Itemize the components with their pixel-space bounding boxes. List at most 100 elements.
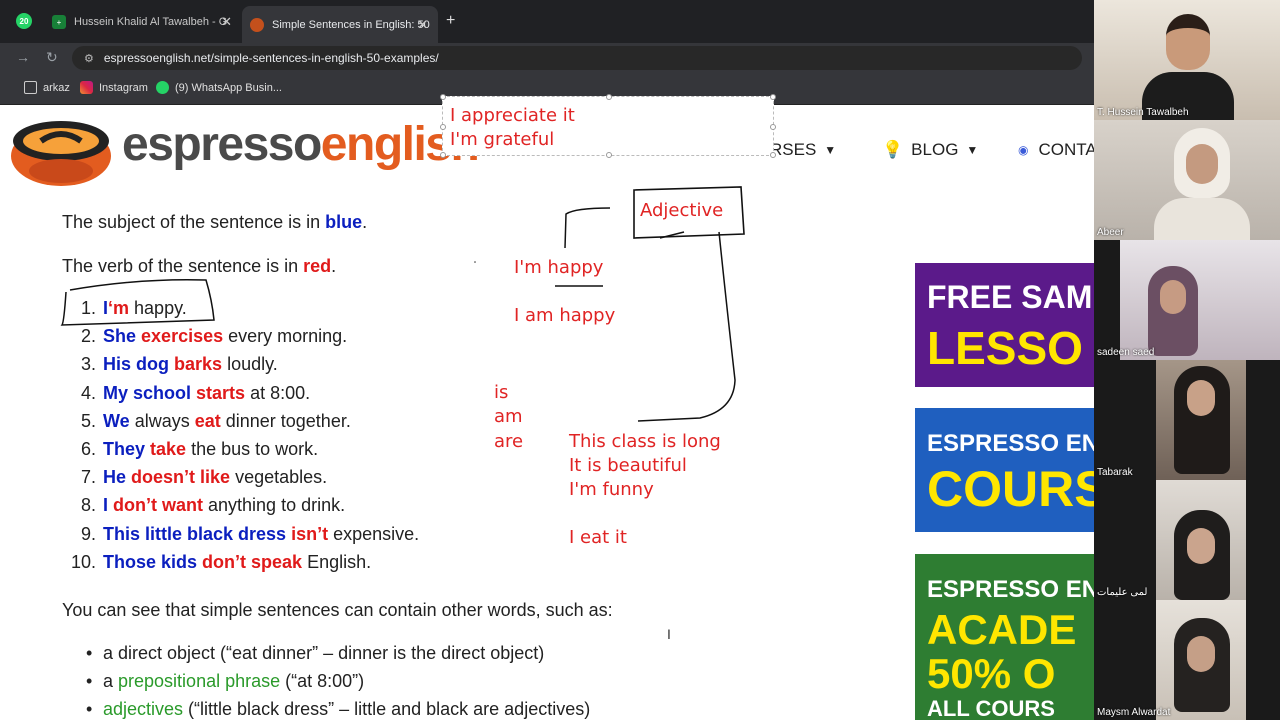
plain-text: English. [302,551,372,572]
subject-text: His dog [103,354,169,375]
note-text: The subject of the sentence is in [62,212,326,232]
person-face [1186,144,1218,184]
nav-courses[interactable]: RSES ▼ [770,140,836,160]
verb-text: barks [174,354,223,375]
bookmark-label: arkaz [43,81,70,94]
list-number: 7. [80,467,96,488]
close-icon[interactable]: ✕ [417,17,428,33]
whatsapp-badge: 20 [19,16,29,26]
participant-tile[interactable]: لمى عليمات [1094,480,1280,600]
bookmark-arkaz[interactable]: arkaz [24,81,70,94]
participant-tile[interactable]: Maysm Alwardat [1094,600,1280,720]
nav-blog[interactable]: 💡 BLOG ▼ [882,140,978,160]
example-sentence: My school starts at 8:00. [103,383,310,404]
bookmark-instagram[interactable]: Instagram [80,81,148,94]
ad-espresso-courses[interactable]: ESPRESSO EN COURS [915,408,1094,532]
ad-line: ESPRESSO EN [927,576,1094,603]
subject-text: Those kids [103,551,198,572]
address-bar-row: → ↻ ⚙ espressoenglish.net/simple-sentenc… [0,43,1094,73]
resize-handle[interactable] [770,152,776,158]
subject-text: They [103,439,146,459]
participant-tile[interactable]: sadeen saed [1094,240,1280,360]
bullet-item: a prepositional phrase (“at 8:00”) [103,671,364,692]
ad-line: LESSO [927,322,1083,374]
link-text[interactable]: prepositional phrase [118,671,280,691]
resize-handle[interactable] [606,94,612,100]
plain-text: happy. [129,298,187,318]
folder-icon [24,81,37,94]
address-bar[interactable]: ⚙ espressoenglish.net/simple-sentences-i… [72,46,1082,70]
example-sentence: I‘m happy. [103,298,187,319]
chevron-down-icon: ▼ [966,143,979,157]
verb-text: don’t speak [202,551,303,572]
logo-word-espresso: espresso [122,118,322,171]
subject-text: My school [103,382,192,403]
verb-color-note: The verb of the sentence is in red. [62,256,336,277]
ad-espresso-academy[interactable]: ESPRESSO EN ACADE 50% O ALL COURS [915,554,1094,720]
verb-text: starts [196,382,246,403]
person-body [1154,198,1250,240]
whatsapp-icon [156,81,169,94]
plain-text: loudly. [222,354,278,375]
web-page: espressoenglish RSES ▼ 💡 BLOG ▼ ◉ CONTA Th… [0,105,1094,720]
resize-handle[interactable] [440,124,446,130]
tab-simple-sentences[interactable]: Simple Sentences in English: 50 ✕ [242,6,438,43]
resize-handle[interactable] [770,124,776,130]
tab-sheets[interactable]: + Hussein Khalid Al Tawalbeh - G ✕ [44,8,242,36]
note-text: The verb of the sentence is in [62,256,304,276]
example-sentence: He doesn’t like vegetables. [103,467,327,488]
nav-contact[interactable]: ◉ CONTA [1018,140,1094,160]
annotation-funny: I'm funny [569,479,654,500]
plain-text: always [129,410,195,431]
bullet-item: adjectives (“little black dress” – littl… [103,699,590,720]
plain-text: (“at 8:00”) [280,671,365,691]
nav-label: CONTA [1038,140,1094,159]
ad-line: 50% O [927,650,1056,697]
participant-tile[interactable]: Abeer [1094,120,1280,240]
participant-tile[interactable]: T. Hussein Tawalbeh [1094,0,1280,120]
ad-line: ESPRESSO EN [927,430,1094,457]
verb-text: take [150,439,187,459]
resize-handle[interactable] [770,94,776,100]
new-tab-icon[interactable]: + [446,12,455,30]
resize-handle[interactable] [606,152,612,158]
annotation-im-happy: I'm happy [514,257,604,278]
plain-text: the bus to work. [186,439,319,459]
espresso-cup-logo-icon[interactable] [6,111,116,191]
list-number: 9. [80,523,96,544]
whatsapp-tab[interactable]: 20 [16,13,32,29]
person-head [1166,14,1210,70]
ad-line: COURS [927,461,1094,517]
espresso-english-logo[interactable]: espressoenglish [122,117,480,172]
screen: 20 + Hussein Khalid Al Tawalbeh - G ✕ Si… [0,0,1280,720]
forward-icon[interactable]: → [16,49,30,65]
plain-text: expensive. [328,523,420,544]
plain-text: a direct object (“eat dinner” – dinner i… [103,643,545,663]
list-number: 6. [80,439,96,459]
resize-handle[interactable] [440,152,446,158]
close-icon[interactable]: ✕ [221,14,232,30]
video-participants-panel: T. Hussein Tawalbeh Abeer sadeen saed Ta… [1094,0,1280,720]
annotation-eat-it: I eat it [569,527,627,548]
site-info-icon[interactable]: ⚙ [84,52,94,65]
bookmark-whatsapp[interactable]: (9) WhatsApp Busin... [156,81,282,94]
text-cursor-icon: I [667,626,671,642]
plain-text: at 8:00. [245,382,311,403]
reload-icon[interactable]: ↻ [46,49,58,66]
participant-tile[interactable]: Tabarak [1094,360,1280,480]
person-face [1187,380,1215,416]
person-face [1187,636,1215,672]
list-number: 1. [80,298,96,318]
ad-free-sample-lessons[interactable]: FREE SAM LESSO [915,263,1094,387]
person-face [1187,528,1215,564]
bookmark-label: Instagram [99,81,148,94]
lightbulb-icon: 💡 [882,140,904,159]
url-text: espressoenglish.net/simple-sentences-in-… [103,51,439,65]
verb-text: doesn’t like [131,467,231,488]
list-number: 4. [80,382,96,403]
annotation-beautiful: It is beautiful [569,455,687,476]
ad-line: ACADE [927,606,1077,653]
link-text[interactable]: adjectives [103,699,183,719]
bullet-dot: • [86,699,93,719]
resize-handle[interactable] [440,94,446,100]
